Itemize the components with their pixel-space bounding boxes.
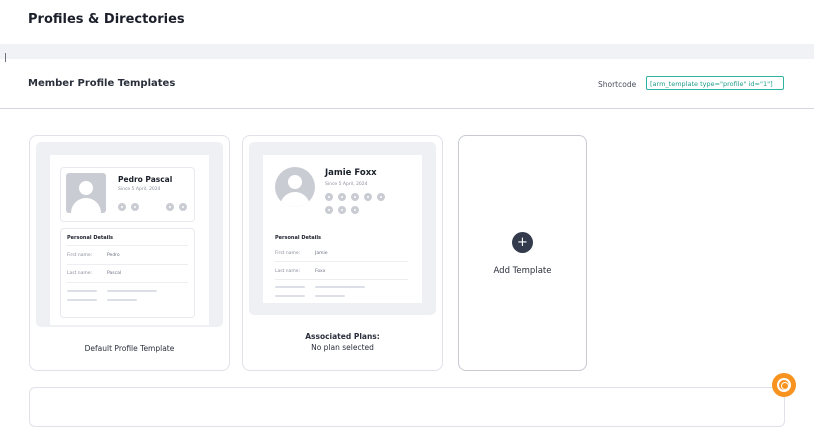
placeholder-bar bbox=[67, 290, 97, 292]
placeholder-bar bbox=[107, 290, 157, 292]
avatar-head bbox=[288, 175, 302, 189]
add-template-card[interactable]: + Add Template bbox=[458, 135, 587, 371]
section-title: Member Profile Templates bbox=[28, 78, 176, 89]
associated-plans-label: Associated Plans: bbox=[305, 332, 380, 341]
shortcode-label: Shortcode bbox=[598, 80, 637, 89]
help-lifebuoy-icon[interactable] bbox=[772, 373, 796, 397]
placeholder-bar bbox=[315, 286, 365, 288]
template-preview: Jamie Foxx Since 5 April, 2024 Personal … bbox=[249, 142, 436, 315]
template-card-2[interactable]: Jamie Foxx Since 5 April, 2024 Personal … bbox=[242, 135, 443, 371]
template-card-default[interactable]: Pedro Pascal Since 5 April, 2024 Persona… bbox=[29, 135, 230, 371]
field-label: Last name: bbox=[275, 269, 301, 274]
profile-since: Since 5 April, 2024 bbox=[325, 182, 368, 187]
social-icon bbox=[338, 206, 346, 214]
page-title: Profiles & Directories bbox=[28, 12, 185, 27]
social-icon bbox=[377, 193, 385, 201]
field-value: Pedro bbox=[107, 253, 120, 258]
avatar-body bbox=[71, 198, 101, 213]
next-section-card bbox=[29, 387, 785, 427]
social-icon bbox=[131, 203, 139, 211]
placeholder-bar bbox=[107, 299, 137, 301]
shortcode-field[interactable]: [arm_template type="profile" id="1"] bbox=[646, 76, 784, 90]
avatar-placeholder bbox=[66, 173, 106, 213]
field-label: First name: bbox=[67, 253, 93, 258]
field-label: First name: bbox=[275, 251, 301, 256]
template-name: Default Profile Template bbox=[84, 344, 175, 353]
template-preview: Pedro Pascal Since 5 April, 2024 Persona… bbox=[36, 142, 223, 327]
text-cursor bbox=[5, 53, 6, 62]
social-icon bbox=[338, 193, 346, 201]
social-icon bbox=[166, 203, 174, 211]
preview-sheet: Jamie Foxx Since 5 April, 2024 Personal … bbox=[263, 155, 422, 303]
social-icon bbox=[118, 203, 126, 211]
social-icon bbox=[351, 193, 359, 201]
profile-name: Pedro Pascal bbox=[118, 175, 173, 184]
details-divider bbox=[67, 282, 188, 283]
field-value: Pascal bbox=[107, 271, 122, 276]
placeholder-bar bbox=[275, 295, 305, 297]
preview-sheet: Pedro Pascal Since 5 April, 2024 Persona… bbox=[50, 155, 209, 325]
placeholder-bar bbox=[315, 295, 345, 297]
details-title: Personal Details bbox=[67, 235, 114, 241]
social-icon bbox=[325, 206, 333, 214]
details-divider bbox=[275, 261, 408, 262]
profile-name: Jamie Foxx bbox=[325, 168, 377, 178]
profile-since: Since 5 April, 2024 bbox=[118, 187, 161, 192]
profile-header: Pedro Pascal Since 5 April, 2024 bbox=[60, 167, 195, 222]
placeholder-bar bbox=[275, 286, 305, 288]
details-divider bbox=[67, 264, 188, 265]
social-icon bbox=[351, 206, 359, 214]
details-title: Personal Details bbox=[275, 235, 322, 241]
placeholder-bar bbox=[67, 299, 97, 301]
avatar-head bbox=[79, 181, 93, 195]
section-divider bbox=[0, 108, 814, 109]
personal-details: Personal Details First name: Pedro Last … bbox=[60, 228, 195, 318]
social-icon bbox=[364, 193, 372, 201]
field-value: Jamie bbox=[315, 251, 328, 256]
details-divider bbox=[67, 245, 188, 246]
avatar-body bbox=[280, 192, 310, 207]
plus-icon[interactable]: + bbox=[512, 232, 533, 253]
header-band bbox=[0, 44, 814, 59]
details-divider bbox=[275, 279, 408, 280]
field-value: Foxx bbox=[315, 269, 326, 274]
avatar-placeholder bbox=[275, 167, 315, 207]
field-label: Last name: bbox=[67, 271, 93, 276]
social-icon bbox=[325, 193, 333, 201]
social-icon bbox=[179, 203, 187, 211]
add-template-label: Add Template bbox=[493, 266, 552, 276]
associated-plans-value: No plan selected bbox=[311, 343, 374, 352]
